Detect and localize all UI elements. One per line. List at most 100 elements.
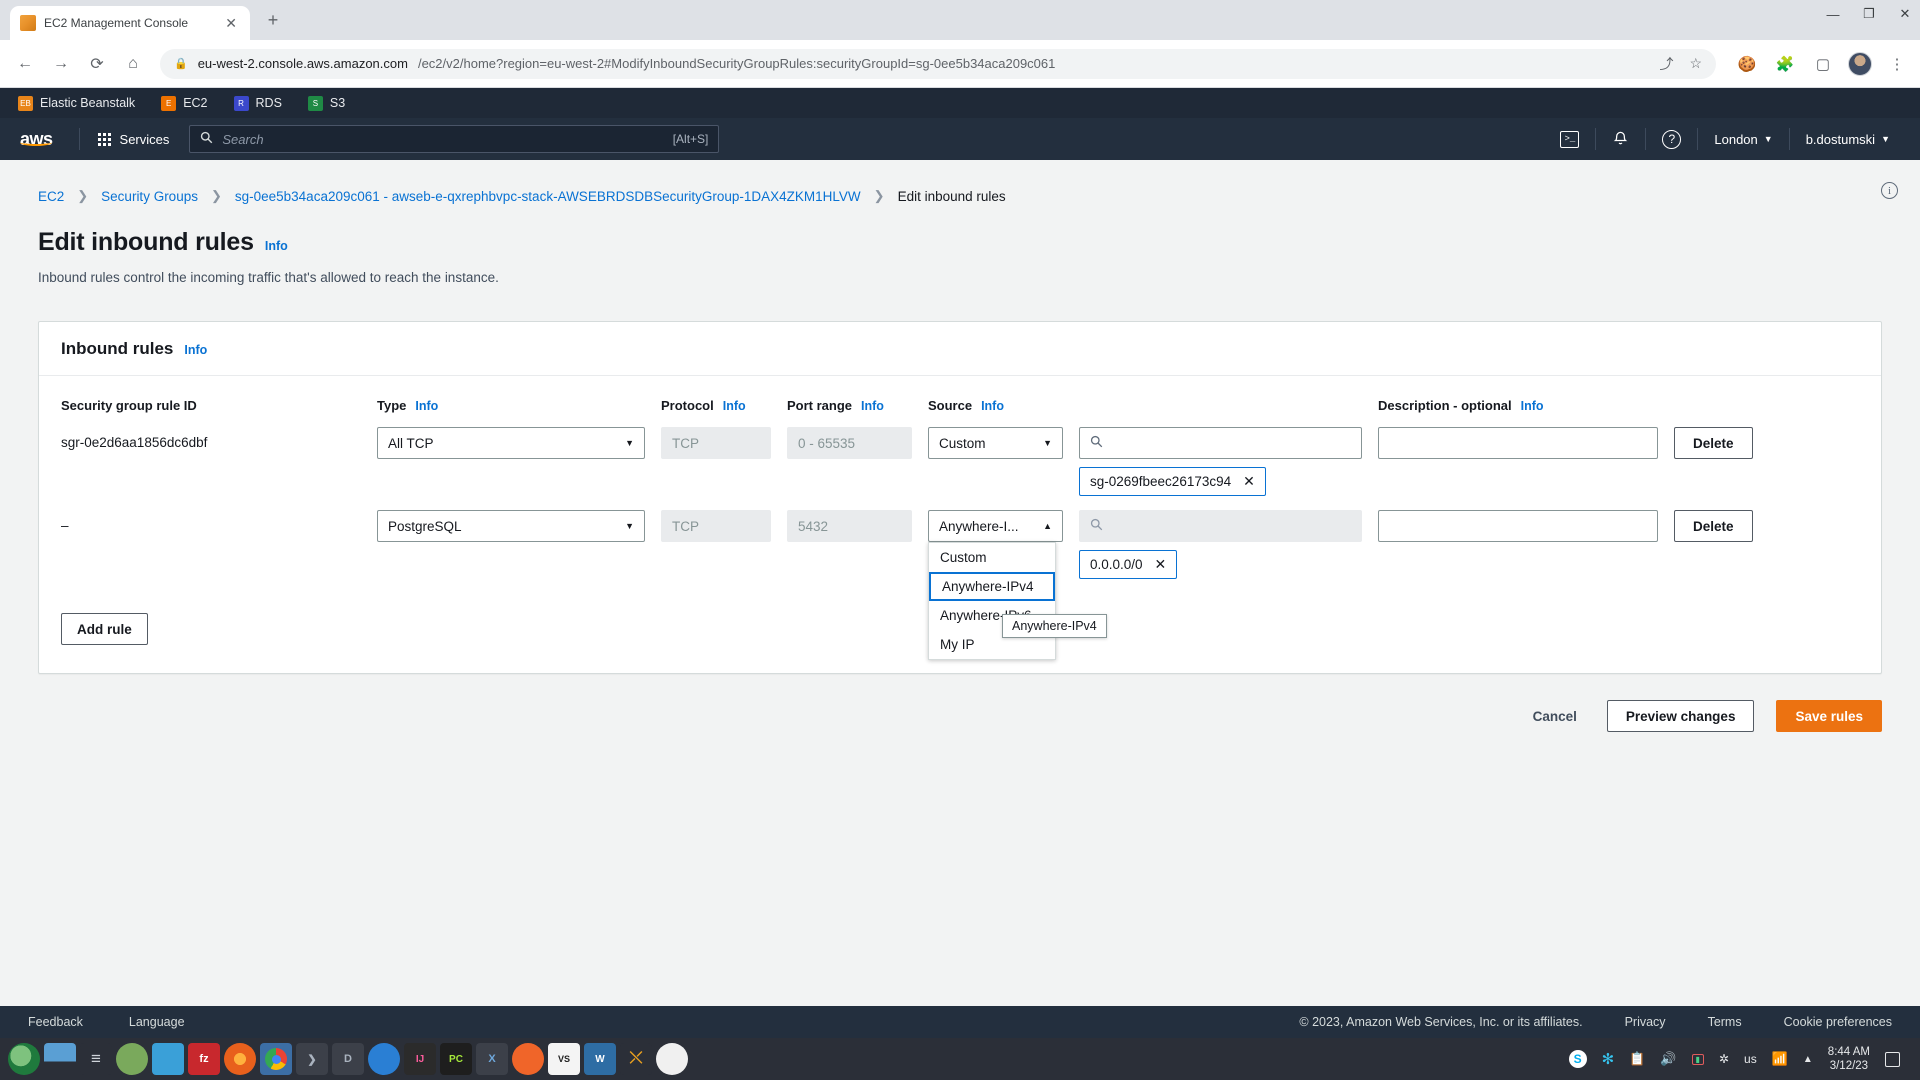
description-input-row-1[interactable] [1378, 427, 1658, 459]
clipboard-tray-icon[interactable]: 📋 [1629, 1051, 1645, 1067]
expand-tray-icon[interactable]: ▲ [1803, 1054, 1813, 1065]
minimize-window-button[interactable]: — [1824, 7, 1842, 22]
column-info-link[interactable]: Info [723, 399, 746, 413]
share-icon[interactable]: ⤴ [1659, 54, 1673, 74]
taskbar-app-excel[interactable]: X [476, 1043, 508, 1075]
breadcrumb-separator-icon: ❯ [77, 188, 89, 203]
forward-icon[interactable]: → [46, 49, 76, 79]
notifications-button[interactable] [1596, 129, 1645, 149]
region-selector[interactable]: London ▼ [1698, 132, 1788, 147]
taskbar-app-workbench[interactable]: W [584, 1043, 616, 1075]
dropdown-option-anywhere-ipv4[interactable]: Anywhere-IPv4 [929, 572, 1055, 601]
browser-menu-icon[interactable]: ⋮ [1884, 51, 1910, 77]
taskbar-app-filezilla[interactable]: fz [188, 1043, 220, 1075]
taskbar-app-firefox[interactable] [224, 1043, 256, 1075]
taskbar-app-file-manager[interactable] [152, 1043, 184, 1075]
breadcrumb-item-security-groups[interactable]: Security Groups [101, 189, 198, 204]
home-icon[interactable]: ⌂ [118, 49, 148, 79]
help-button[interactable]: ? [1646, 129, 1697, 149]
remove-token-icon[interactable]: ✕ [1155, 556, 1167, 573]
breadcrumb-item-security-group[interactable]: sg-0ee5b34aca209c061 - awseb-e-qxrephbvp… [235, 189, 861, 204]
column-info-link[interactable]: Info [861, 399, 884, 413]
bookmark-s3[interactable]: S S3 [307, 95, 345, 111]
footer-language-link[interactable]: Language [129, 1015, 185, 1029]
close-tab-icon[interactable]: ✕ [222, 15, 240, 32]
bookmark-ec2[interactable]: E EC2 [161, 95, 208, 111]
bluetooth-tray-icon[interactable]: ✲ [1719, 1052, 1729, 1066]
aws-logo[interactable]: aws [14, 129, 69, 150]
maximize-window-button[interactable]: ❐ [1860, 6, 1878, 22]
aws-search-input[interactable]: Search [Alt+S] [189, 125, 720, 153]
reload-icon[interactable]: ⟳ [82, 49, 112, 79]
source-type-select-row-2[interactable]: Anywhere-I... ▲ [928, 510, 1063, 542]
taskbar-app-gitkraken[interactable]: ⤬ [620, 1043, 652, 1075]
remove-token-icon[interactable]: ✕ [1243, 473, 1255, 490]
new-tab-button[interactable]: + [260, 8, 286, 34]
skype-tray-icon[interactable]: S [1568, 1050, 1587, 1068]
taskbar-app-intellij[interactable]: IJ [404, 1043, 436, 1075]
column-info-link[interactable]: Info [415, 399, 438, 413]
footer-feedback-link[interactable]: Feedback [28, 1015, 83, 1029]
type-select-row-1[interactable]: All TCP ▼ [377, 427, 645, 459]
taskbar-app-kde[interactable] [368, 1043, 400, 1075]
type-select-row-2[interactable]: PostgreSQL ▼ [377, 510, 645, 542]
taskbar-app-chrome[interactable] [260, 1043, 292, 1075]
side-panel-icon[interactable]: ▢ [1810, 51, 1836, 77]
taskbar-app-opensuse[interactable] [8, 1043, 40, 1075]
taskbar-app-vs[interactable]: VS [548, 1043, 580, 1075]
page-info-link[interactable]: Info [265, 239, 288, 253]
preview-changes-button[interactable]: Preview changes [1606, 700, 1755, 732]
bookmark-star-icon[interactable]: ☆ [1689, 55, 1702, 72]
account-menu[interactable]: b.dostumski ▼ [1790, 132, 1906, 147]
close-window-button[interactable]: ✕ [1896, 6, 1914, 22]
info-panel-toggle-icon[interactable]: i [1881, 182, 1898, 199]
footer-privacy-link[interactable]: Privacy [1625, 1015, 1666, 1029]
aws-cube-icon [20, 15, 36, 31]
taskbar-app-terminal[interactable]: ❯ [296, 1043, 328, 1075]
battery-tray-icon[interactable]: ▮ [1691, 1053, 1704, 1065]
back-icon[interactable]: ← [10, 49, 40, 79]
source-search-input-row-2[interactable] [1079, 510, 1362, 542]
bookmark-rds[interactable]: R RDS [233, 95, 282, 111]
taskbar-app-slack[interactable] [656, 1043, 688, 1075]
source-type-dropdown[interactable]: Custom Anywhere-IPv4 Anywhere-IPv6 My IP [928, 542, 1056, 660]
bookmark-elastic-beanstalk[interactable]: EB Elastic Beanstalk [18, 95, 135, 111]
delete-button-row-1[interactable]: Delete [1674, 427, 1753, 459]
cookie-icon[interactable]: 🍪 [1734, 51, 1760, 77]
taskbar-app-gimp[interactable] [116, 1043, 148, 1075]
panel-title: Inbound rules [61, 339, 174, 358]
source-search-input-row-1[interactable] [1079, 427, 1362, 459]
address-bar[interactable]: 🔒 eu-west-2.console.aws.amazon.com /ec2/… [160, 48, 1716, 79]
delete-button-row-2[interactable]: Delete [1674, 510, 1753, 542]
avatar[interactable] [1848, 51, 1872, 76]
clock[interactable]: 8:44 AM 3/12/23 [1828, 1045, 1870, 1074]
show-desktop-icon[interactable] [1885, 1051, 1900, 1067]
keyboard-layout-indicator[interactable]: us [1744, 1052, 1757, 1066]
port-range-field-row-1: 0 - 65535 [787, 427, 912, 459]
taskbar-app-window[interactable] [44, 1043, 76, 1075]
services-menu-button[interactable]: Services [90, 128, 178, 151]
browser-tab[interactable]: EC2 Management Console ✕ [10, 6, 250, 40]
breadcrumb-item-ec2[interactable]: EC2 [38, 189, 64, 204]
footer-terms-link[interactable]: Terms [1708, 1015, 1742, 1029]
column-info-link[interactable]: Info [981, 399, 1004, 413]
taskbar-app-document[interactable]: D [332, 1043, 364, 1075]
column-info-link[interactable]: Info [1521, 399, 1544, 413]
save-rules-button[interactable]: Save rules [1776, 700, 1882, 732]
cloudshell-button[interactable]: >_ [1544, 130, 1595, 148]
footer-cookie-preferences-link[interactable]: Cookie preferences [1784, 1015, 1892, 1029]
cancel-button[interactable]: Cancel [1525, 709, 1585, 724]
taskbar-app-settings[interactable]: ≡ [80, 1043, 112, 1075]
slack-tray-icon[interactable]: ✻ [1602, 1050, 1615, 1068]
source-type-select-row-1[interactable]: Custom ▼ [928, 427, 1063, 459]
taskbar-app-postman[interactable] [512, 1043, 544, 1075]
dropdown-option-custom[interactable]: Custom [929, 543, 1055, 572]
panel-info-link[interactable]: Info [184, 343, 207, 357]
extensions-icon[interactable]: 🧩 [1772, 51, 1798, 77]
taskbar-app-pycharm[interactable]: PC [440, 1043, 472, 1075]
account-label: b.dostumski [1805, 131, 1876, 147]
add-rule-button[interactable]: Add rule [61, 613, 148, 645]
description-input-row-2[interactable] [1378, 510, 1658, 542]
volume-tray-icon[interactable]: 🔊 [1660, 1051, 1676, 1067]
wifi-tray-icon[interactable]: 📶 [1772, 1051, 1788, 1067]
